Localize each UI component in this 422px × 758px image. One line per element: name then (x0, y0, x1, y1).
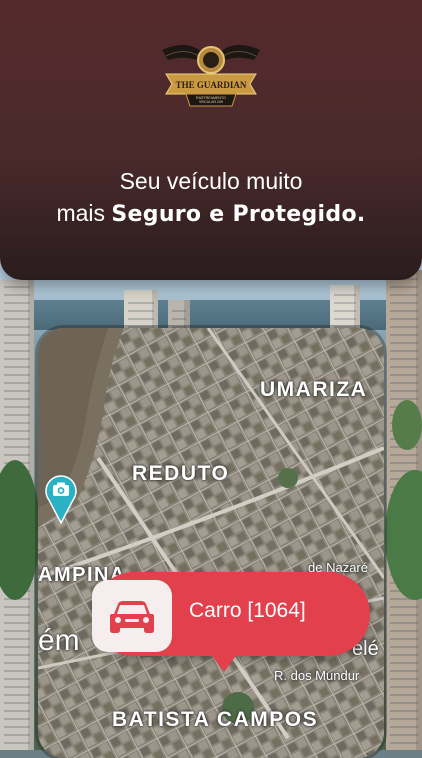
camera-pin-icon[interactable] (44, 474, 78, 524)
tree (392, 400, 422, 450)
svg-text:THE GUARDIAN: THE GUARDIAN (176, 80, 247, 90)
tagline-bold: Seguro e Protegido. (111, 202, 366, 227)
map-label-batista-campos: BATISTA CAMPOS (112, 708, 319, 731)
map-label-umarizal: UMARIZA (260, 378, 368, 401)
map-label-reduto: REDUTO (132, 462, 230, 485)
vehicle-marker-tail (208, 650, 240, 672)
guardian-logo: THE GUARDIAN RASTREAMENTO VEICULAR 24H (162, 44, 260, 107)
header-card: THE GUARDIAN RASTREAMENTO VEICULAR 24H S… (0, 0, 422, 280)
tagline-prefix: mais (56, 200, 112, 226)
map-label-mundurucus: R. dos Mundur (274, 668, 360, 683)
tagline-line-2: mais Seguro e Protegido. (0, 200, 422, 227)
car-icon (110, 601, 154, 633)
map-label-belem: ém (38, 624, 80, 657)
vehicle-icon-box (92, 580, 172, 652)
tree (0, 460, 40, 600)
tagline-line-1: Seu veículo muito (119, 168, 303, 194)
svg-text:VEICULAR 24H: VEICULAR 24H (199, 100, 224, 104)
map-view[interactable]: UMARIZA REDUTO AMPINA de Nazaré ém elé R… (38, 328, 384, 758)
vehicle-label[interactable]: Carro [1064] (189, 599, 306, 623)
